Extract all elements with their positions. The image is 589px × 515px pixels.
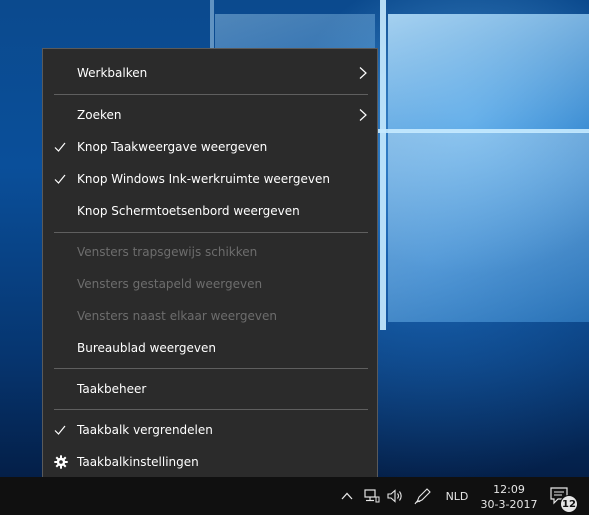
show-hidden-icons-button[interactable] bbox=[339, 477, 355, 515]
input-language-button[interactable]: NLD bbox=[440, 477, 474, 515]
chevron-right-icon bbox=[359, 67, 367, 79]
checkmark-icon bbox=[54, 142, 66, 152]
wallpaper-pane bbox=[388, 132, 589, 322]
menu-item-label: Vensters gestapeld weergeven bbox=[77, 277, 263, 291]
notification-count-badge: 12 bbox=[560, 495, 578, 513]
menu-separator bbox=[54, 409, 368, 410]
menu-item-label: Zoeken bbox=[77, 108, 122, 122]
taskbar-context-menu: Werkbalken Zoeken Knop Taakweergave weer… bbox=[42, 48, 378, 485]
taskbar: NLD 12:09 30-3-2017 12 bbox=[0, 477, 589, 515]
checkmark-icon bbox=[54, 174, 66, 184]
menu-item-label: Taakbalk vergrendelen bbox=[77, 423, 213, 437]
clock-button[interactable]: 12:09 30-3-2017 bbox=[474, 482, 544, 512]
windows-ink-pen-icon bbox=[414, 488, 431, 505]
menu-item-stack-windows: Vensters gestapeld weergeven bbox=[43, 269, 377, 299]
menu-item-show-task-view-button[interactable]: Knop Taakweergave weergeven bbox=[43, 132, 377, 162]
wallpaper-frame bbox=[380, 0, 386, 330]
clock-time: 12:09 bbox=[493, 483, 525, 496]
checkmark-icon bbox=[54, 425, 66, 435]
menu-item-taskbar-settings[interactable]: Taakbalkinstellingen bbox=[43, 447, 377, 477]
menu-separator bbox=[54, 94, 368, 95]
gear-icon bbox=[54, 455, 68, 469]
menu-item-cascade-windows: Vensters trapsgewijs schikken bbox=[43, 237, 377, 267]
chevron-right-icon bbox=[359, 109, 367, 121]
menu-item-side-by-side-windows: Vensters naast elkaar weergeven bbox=[43, 301, 377, 331]
menu-item-label: Bureaublad weergeven bbox=[77, 341, 216, 355]
windows-ink-button[interactable] bbox=[412, 477, 434, 515]
menu-separator bbox=[54, 368, 368, 369]
menu-item-label: Vensters trapsgewijs schikken bbox=[77, 245, 258, 259]
chevron-up-icon bbox=[341, 492, 353, 500]
network-icon bbox=[364, 489, 380, 503]
menu-item-search[interactable]: Zoeken bbox=[43, 100, 377, 130]
menu-separator bbox=[54, 232, 368, 233]
menu-item-show-desktop[interactable]: Bureaublad weergeven bbox=[43, 333, 377, 363]
menu-item-label: Vensters naast elkaar weergeven bbox=[77, 309, 277, 323]
menu-item-label: Knop Windows Ink-werkruimte weergeven bbox=[77, 172, 330, 186]
input-language-label: NLD bbox=[445, 489, 469, 503]
menu-item-show-windows-ink-button[interactable]: Knop Windows Ink-werkruimte weergeven bbox=[43, 164, 377, 194]
menu-item-label: Knop Schermtoetsenbord weergeven bbox=[77, 204, 300, 218]
speaker-icon bbox=[387, 489, 402, 503]
menu-item-label: Taakbeheer bbox=[77, 382, 147, 396]
menu-item-show-touch-keyboard-button[interactable]: Knop Schermtoetsenbord weergeven bbox=[43, 196, 377, 226]
volume-button[interactable] bbox=[386, 477, 406, 515]
network-button[interactable] bbox=[362, 477, 382, 515]
menu-item-label: Knop Taakweergave weergeven bbox=[77, 140, 268, 154]
menu-item-toolbars[interactable]: Werkbalken bbox=[43, 58, 377, 88]
wallpaper-pane bbox=[388, 14, 589, 132]
menu-item-lock-taskbar[interactable]: Taakbalk vergrendelen bbox=[43, 415, 377, 445]
menu-item-task-manager[interactable]: Taakbeheer bbox=[43, 374, 377, 404]
menu-item-label: Taakbalkinstellingen bbox=[77, 455, 199, 469]
action-center-button[interactable]: 12 bbox=[548, 484, 578, 513]
menu-item-label: Werkbalken bbox=[77, 66, 148, 80]
clock-date: 30-3-2017 bbox=[480, 498, 538, 511]
